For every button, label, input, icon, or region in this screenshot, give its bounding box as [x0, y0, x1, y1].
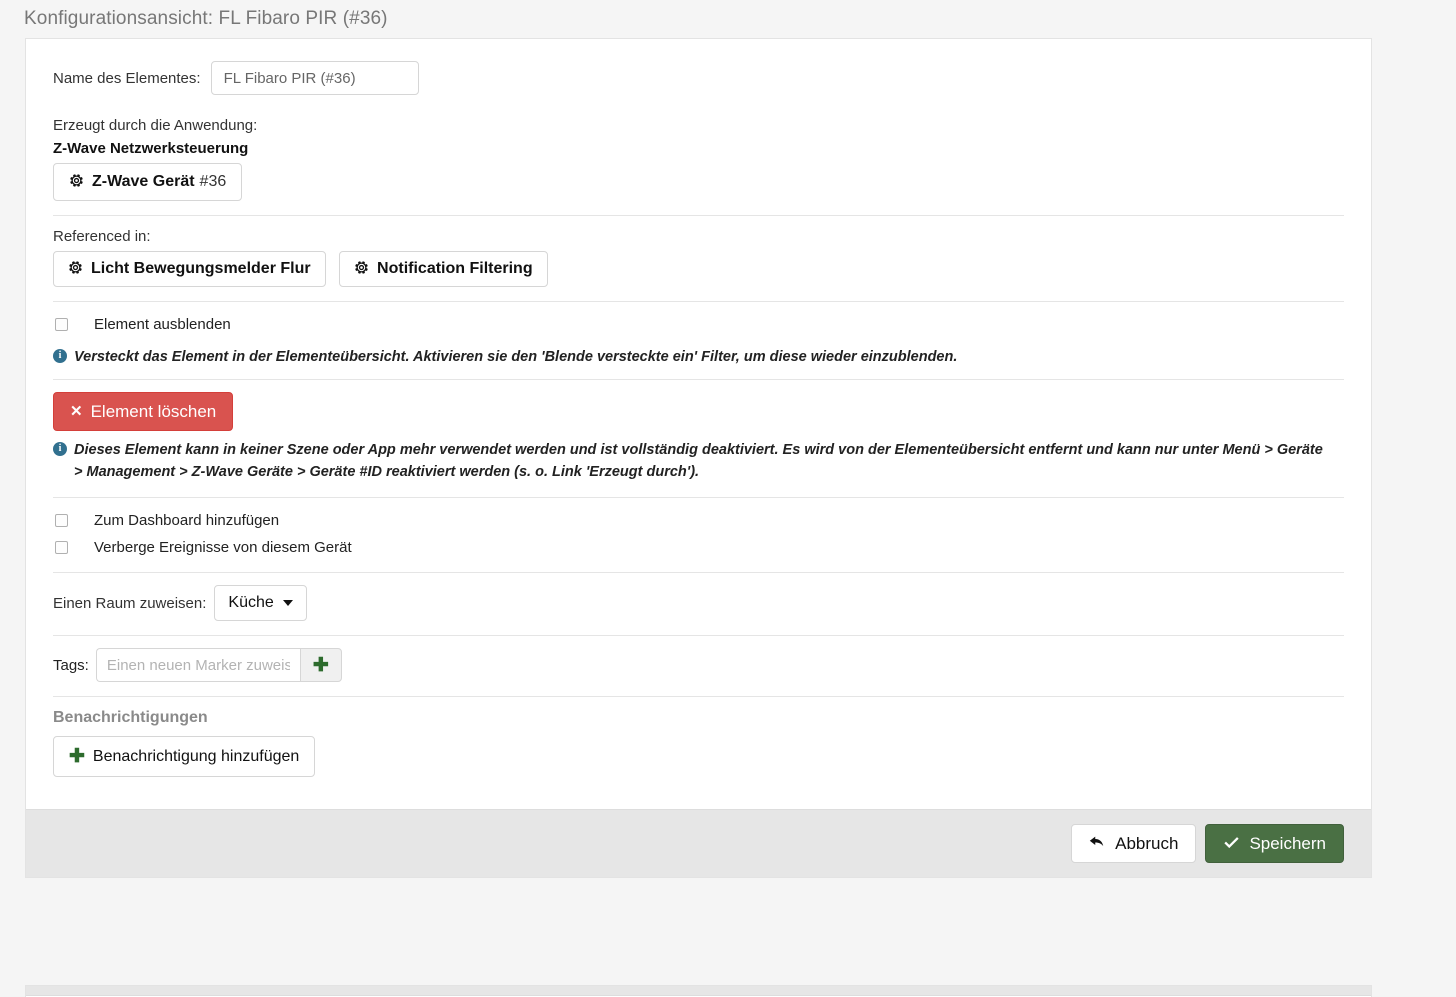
add-notification-button[interactable]: ✚ Benachrichtigung hinzufügen [53, 736, 316, 777]
next-panel-partial [25, 985, 1372, 997]
hide-element-checkbox[interactable] [55, 318, 68, 331]
hide-element-row: Element ausblenden [53, 311, 1344, 338]
element-name-label: Name des Elementes: [53, 69, 201, 87]
referenced-in-label: Referenced in: [53, 228, 151, 245]
save-button[interactable]: Speichern [1205, 824, 1344, 863]
panel-body: Name des Elementes: Erzeugt durch die An… [26, 39, 1371, 809]
chevron-down-icon [282, 600, 293, 606]
hide-element-note: i Versteckt das Element in der Elementeü… [53, 346, 1344, 368]
created-by-app-name: Z-Wave Netzwerksteuerung [53, 140, 249, 157]
room-label: Einen Raum zuweisen: [53, 594, 207, 612]
delete-element-button[interactable]: ✕ Element löschen [53, 392, 234, 431]
add-to-dashboard-checkbox[interactable] [55, 514, 68, 527]
add-notification-button-label: Benachrichtigung hinzufügen [92, 747, 300, 765]
referenced-item-button-1[interactable]: Notification Filtering [339, 251, 548, 287]
tags-label: Tags: [53, 656, 89, 674]
cancel-button-label: Abbruch [1115, 834, 1179, 853]
hide-events-checkbox[interactable] [55, 541, 68, 554]
zwave-device-button-id: #36 [199, 173, 227, 190]
hide-element-label: Element ausblenden [94, 316, 231, 333]
options-section: Zum Dashboard hinzufügen Verberge Ereign… [53, 498, 1344, 573]
delete-element-button-label: Element löschen [90, 402, 217, 421]
element-name-input[interactable] [210, 61, 419, 95]
zwave-device-link-button[interactable]: Z-Wave Gerät #36 [53, 163, 243, 201]
delete-element-section: ✕ Element löschen i Dieses Element kann … [53, 380, 1344, 498]
referenced-item-button-0[interactable]: Licht Bewegungsmelder Flur [53, 251, 326, 287]
tags-section: Tags: ✚ [53, 636, 1344, 697]
delete-element-note-text: Dieses Element kann in keiner Szene oder… [74, 442, 1323, 480]
delete-element-note: i Dieses Element kann in keiner Szene od… [53, 439, 1344, 483]
gear-icon [354, 260, 369, 278]
room-selected-value: Küche [228, 594, 274, 611]
save-button-label: Speichern [1249, 834, 1326, 853]
plus-icon: ✚ [69, 746, 85, 767]
hide-element-note-text: Versteckt das Element in der Elementeübe… [74, 349, 958, 365]
notifications-heading: Benachrichtigungen [53, 709, 208, 726]
gear-icon [68, 260, 83, 278]
zwave-device-button-label: Z-Wave Gerät [92, 173, 195, 190]
option-row-dashboard: Zum Dashboard hinzufügen [53, 507, 1344, 534]
room-row: Einen Raum zuweisen: Küche [53, 585, 1344, 621]
element-name-row: Name des Elementes: [53, 55, 1344, 105]
page-title: Konfigurationsansicht: FL Fibaro PIR (#3… [24, 8, 388, 29]
tags-row: Tags: ✚ [53, 648, 1344, 682]
hide-element-section: Element ausblenden i Versteckt das Eleme… [53, 302, 1344, 380]
gear-icon [69, 173, 84, 191]
check-icon [1223, 836, 1240, 851]
referenced-item-label: Licht Bewegungsmelder Flur [91, 260, 311, 277]
referenced-in-section: Referenced in: Licht Bewegungsmelder Flu… [53, 216, 1344, 302]
close-x-icon: ✕ [70, 403, 83, 420]
tags-input-group: ✚ [95, 648, 342, 682]
created-by-label: Erzeugt durch die Anwendung: [53, 117, 258, 134]
option-row-hide-events: Verberge Ereignisse von diesem Gerät [53, 534, 1344, 561]
add-to-dashboard-label: Zum Dashboard hinzufügen [94, 512, 280, 529]
next-panel-header [26, 986, 1371, 996]
tag-input[interactable] [95, 648, 300, 682]
configuration-panel: Name des Elementes: Erzeugt durch die An… [25, 38, 1372, 878]
room-section: Einen Raum zuweisen: Küche [53, 573, 1344, 636]
room-select[interactable]: Küche [214, 585, 307, 621]
configuration-view-page: Konfigurationsansicht: FL Fibaro PIR (#3… [0, 0, 1456, 997]
referenced-item-label: Notification Filtering [377, 260, 533, 277]
panel-footer: Abbruch Speichern [26, 809, 1371, 877]
created-by-section: Erzeugt durch die Anwendung: Z-Wave Netz… [53, 105, 1344, 216]
hide-events-label: Verberge Ereignisse von diesem Gerät [94, 539, 352, 556]
notifications-section: Benachrichtigungen ✚ Benachrichtigung hi… [53, 697, 1344, 791]
plus-icon: ✚ [312, 654, 329, 676]
add-tag-button[interactable]: ✚ [299, 648, 342, 682]
undo-arrow-icon [1089, 836, 1106, 851]
cancel-button[interactable]: Abbruch [1071, 824, 1197, 863]
info-icon: i [53, 349, 67, 363]
info-icon: i [53, 442, 67, 456]
